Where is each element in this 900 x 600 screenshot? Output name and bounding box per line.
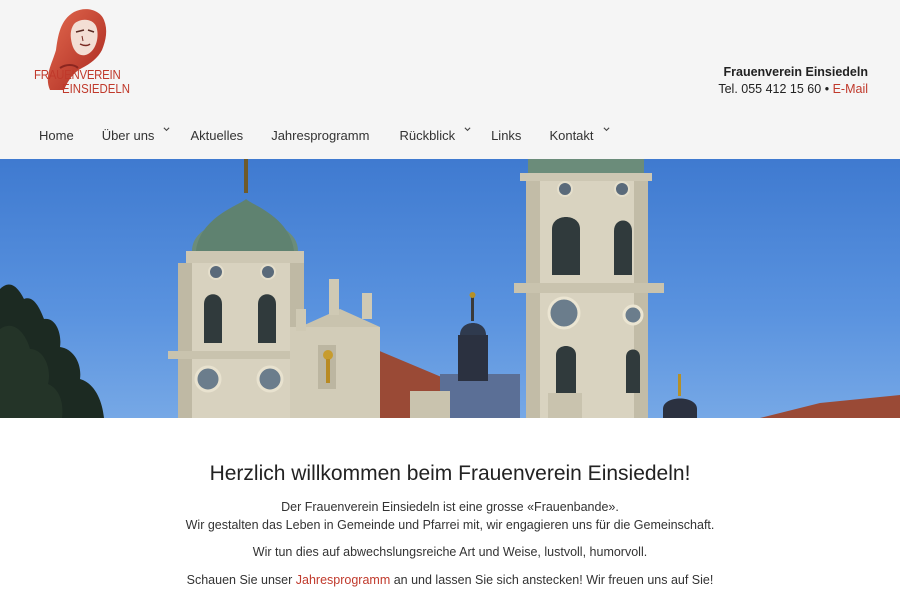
hero-image: [0, 159, 900, 418]
nav-item-kontakt[interactable]: Kontakt: [535, 124, 610, 150]
intro-line-1: Der Frauenverein Einsiedeln ist eine gro…: [281, 500, 619, 514]
program-text-after: an und lassen Sie sich anstecken! Wir fr…: [390, 573, 714, 587]
site-header: FRAUENVEREIN EINSIEDELN Frauenverein Ein…: [0, 0, 900, 159]
nav-item-aktuelles[interactable]: Aktuelles: [176, 124, 257, 150]
left-tower: [168, 159, 308, 418]
nav-item-label: Links: [491, 128, 522, 143]
intro-line-2: Wir gestalten das Leben in Gemeinde und …: [185, 518, 715, 532]
contact-line: Tel. 055 412 15 60 • E-Mail: [718, 81, 868, 98]
nav-item-label: Rückblick: [399, 128, 456, 143]
program-paragraph: Schauen Sie unser Jahresprogramm an und …: [0, 571, 900, 589]
logo-text[interactable]: FRAUENVEREIN EINSIEDELN: [34, 68, 144, 96]
chevron-down-icon: [163, 127, 170, 132]
nav-item-home[interactable]: Home: [25, 124, 88, 150]
nav-item-label: Jahresprogramm: [271, 128, 370, 143]
chevron-down-icon: [603, 127, 610, 132]
tree-illustration: [0, 284, 104, 418]
church-towers-illustration: [0, 159, 900, 418]
activity-paragraph: Wir tun dies auf abwechslungsreiche Art …: [252, 545, 648, 559]
contact-info: Frauenverein Einsiedeln Tel. 055 412 15 …: [718, 64, 868, 98]
nav-item-links[interactable]: Links: [477, 124, 535, 150]
nav-item-jahresprogramm[interactable]: Jahresprogramm: [257, 124, 383, 150]
chevron-down-icon: [464, 127, 471, 132]
page-title: Herzlich willkommen beim Frauenverein Ei…: [209, 462, 691, 485]
intro-paragraph: Der Frauenverein Einsiedeln ist eine gro…: [0, 498, 900, 534]
logo-line-2: EINSIEDELN: [62, 81, 131, 96]
email-link[interactable]: E-Mail: [833, 82, 868, 96]
nav-item-rueckblick[interactable]: Rückblick: [385, 124, 471, 150]
contact-separator: •: [824, 82, 830, 96]
main-navigation: Home Über uns Aktuelles Jahresprogramm R…: [25, 124, 616, 150]
nav-item-label: Kontakt: [549, 128, 594, 143]
jahresprogramm-link[interactable]: Jahresprogramm: [296, 573, 390, 587]
contact-phone: Tel. 055 412 15 60: [718, 82, 822, 96]
nav-item-label: Home: [39, 128, 74, 143]
right-tower: [514, 159, 664, 418]
contact-name: Frauenverein Einsiedeln: [723, 65, 869, 79]
main-content: Herzlich willkommen beim Frauenverein Ei…: [0, 418, 900, 600]
nav-item-label: Über uns: [101, 128, 155, 143]
small-tower: [458, 292, 488, 381]
nav-item-ueber-uns[interactable]: Über uns: [88, 124, 170, 150]
program-text-before: Schauen Sie unser: [186, 573, 296, 587]
nav-item-label: Aktuelles: [190, 128, 244, 143]
logo-line-1: FRAUENVEREIN: [34, 67, 121, 82]
central-facade: [290, 279, 450, 418]
